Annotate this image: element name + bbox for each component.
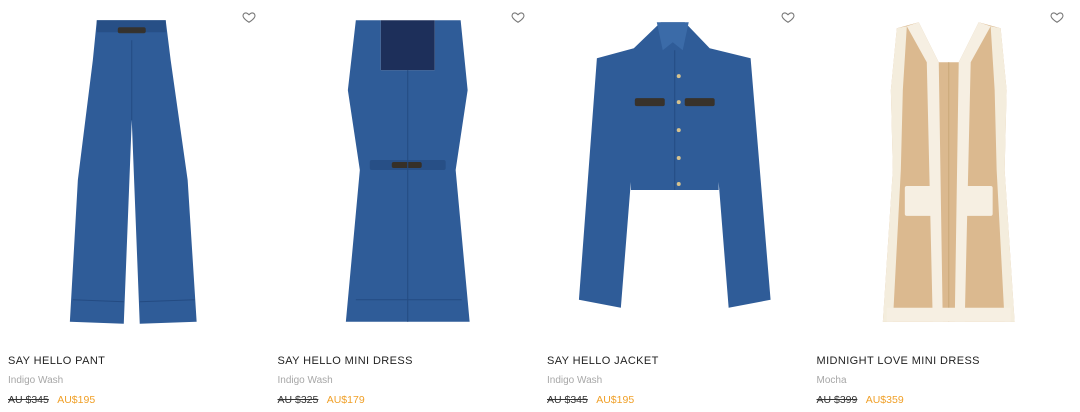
heart-outline-icon[interactable]	[242, 10, 256, 24]
product-price: AU $345 AU$195	[547, 394, 634, 406]
heart-outline-icon[interactable]	[511, 10, 525, 24]
heart-outline-icon[interactable]	[1050, 10, 1064, 24]
sale-price: AU$195	[596, 394, 635, 406]
original-price: AU $345	[8, 394, 49, 406]
sale-price: AU$195	[57, 394, 96, 406]
original-price: AU $325	[277, 394, 319, 406]
product-color: Indigo Wash	[547, 375, 603, 386]
product-price: AU $399 AU$359	[817, 394, 904, 406]
product-image[interactable]	[539, 0, 809, 340]
original-price: AU $345	[547, 394, 588, 406]
product-image[interactable]	[809, 0, 1079, 340]
product-card[interactable]: MIDNIGHT LOVE MINI DRESS Mocha AU $399 A…	[809, 0, 1079, 412]
product-image[interactable]	[0, 0, 270, 340]
product-title[interactable]: SAY HELLO MINI DRESS	[278, 355, 413, 367]
product-title[interactable]: SAY HELLO PANT	[8, 355, 105, 367]
product-color: Mocha	[816, 375, 847, 386]
product-price: AU $345 AU$195	[8, 394, 95, 406]
sale-price: AU$179	[326, 394, 365, 406]
sale-price: AU$359	[865, 394, 904, 406]
product-color: Indigo Wash	[8, 375, 64, 386]
product-title[interactable]: SAY HELLO JACKET	[547, 355, 659, 367]
original-price: AU $399	[816, 394, 858, 406]
product-grid: SAY HELLO PANT Indigo Wash AU $345 AU$19…	[0, 0, 1080, 412]
product-card[interactable]: SAY HELLO PANT Indigo Wash AU $345 AU$19…	[0, 0, 270, 412]
product-card[interactable]: SAY HELLO MINI DRESS Indigo Wash AU $325…	[270, 0, 540, 412]
product-title[interactable]: MIDNIGHT LOVE MINI DRESS	[817, 355, 980, 367]
heart-outline-icon[interactable]	[781, 10, 795, 24]
product-color: Indigo Wash	[277, 375, 333, 386]
product-image[interactable]	[270, 0, 540, 340]
product-card[interactable]: SAY HELLO JACKET Indigo Wash AU $345 AU$…	[539, 0, 809, 412]
product-price: AU $325 AU$179	[278, 394, 365, 406]
